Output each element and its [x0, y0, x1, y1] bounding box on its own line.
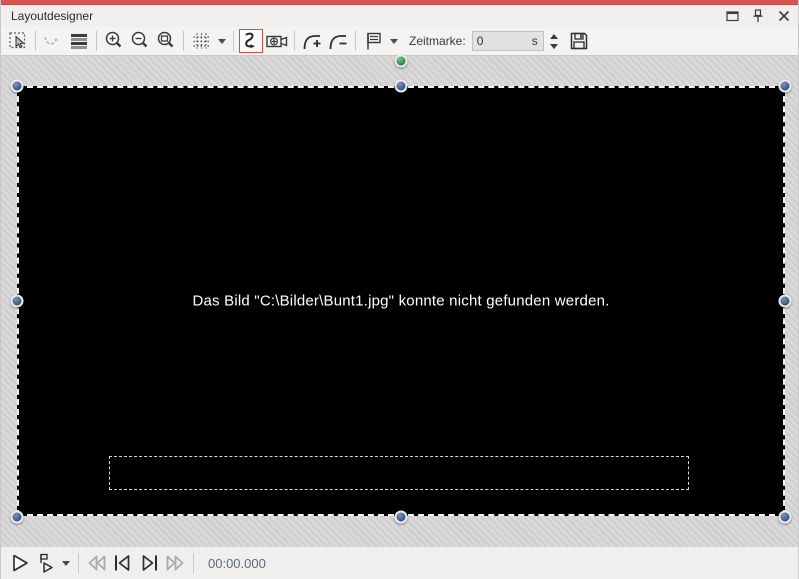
resize-handle-top-center[interactable] — [395, 80, 408, 93]
toolbar-separator — [294, 31, 295, 51]
curve-tool-icon — [42, 30, 64, 52]
resize-handle-top-right[interactable] — [779, 80, 792, 93]
workspace: Das Bild "C:\Bilder\Bunt1.jpg" konnte ni… — [1, 56, 799, 547]
camera-icon — [265, 30, 289, 52]
playbar-separator — [78, 553, 79, 573]
grid-icon — [190, 30, 212, 52]
resize-handle-bottom-right[interactable] — [779, 511, 792, 524]
play-button[interactable] — [7, 550, 33, 576]
missing-image-error: Das Bild "C:\Bilder\Bunt1.jpg" konnte ni… — [19, 293, 783, 310]
close-icon — [778, 10, 790, 22]
select-tool-button[interactable] — [6, 29, 30, 53]
zeitmarke-field: s — [472, 31, 544, 51]
zoom-out-button[interactable] — [128, 29, 152, 53]
zoom-in-icon — [103, 30, 125, 52]
zeitmarke-label: Zeitmarke: — [409, 34, 466, 48]
play-options-dropdown-button[interactable] — [59, 550, 73, 576]
play-from-marker-button[interactable] — [33, 550, 59, 576]
skip-to-end-icon — [137, 551, 161, 575]
spinner-up-icon — [550, 34, 558, 39]
dropdown-caret-icon — [390, 39, 398, 44]
add-curve-point-button[interactable] — [300, 29, 324, 53]
grid-button[interactable] — [189, 29, 213, 53]
slide-canvas[interactable]: Das Bild "C:\Bilder\Bunt1.jpg" konnte ni… — [17, 86, 785, 516]
spinner-down-button[interactable] — [548, 41, 561, 51]
playbar-separator — [193, 553, 194, 573]
remove-curve-point-button[interactable] — [326, 29, 350, 53]
pin-icon — [752, 9, 764, 23]
maximize-button[interactable] — [722, 7, 742, 25]
toolbar-separator — [233, 31, 234, 51]
pin-button[interactable] — [748, 7, 768, 25]
layoutdesigner-window: Layoutdesigner — [0, 0, 799, 579]
zoom-fit-icon — [155, 30, 177, 52]
playback-toolbar: 00:00.000 — [1, 547, 799, 579]
dropdown-caret-icon — [62, 561, 70, 566]
maximize-icon — [726, 10, 739, 22]
save-button[interactable] — [567, 29, 591, 53]
toolbar-separator — [96, 31, 97, 51]
rotation-handle[interactable] — [395, 55, 408, 68]
zeitmarke-input[interactable] — [473, 34, 532, 48]
spinner-down-icon — [550, 44, 558, 49]
layers-button[interactable] — [67, 29, 91, 53]
toolbar-separator — [35, 31, 36, 51]
resize-handle-top-left[interactable] — [11, 80, 24, 93]
window-title: Layoutdesigner — [11, 9, 93, 23]
text-placeholder-box[interactable] — [109, 456, 689, 490]
zeitmarke-unit: s — [532, 34, 543, 48]
main-toolbar: Zeitmarke: s — [1, 27, 799, 56]
time-marker-dropdown-button[interactable] — [387, 29, 400, 53]
camera-pan-button[interactable] — [265, 29, 289, 53]
toolbar-separator — [355, 31, 356, 51]
rewind-button[interactable] — [84, 550, 110, 576]
titlebar[interactable]: Layoutdesigner — [1, 5, 799, 27]
grid-dropdown-button[interactable] — [215, 29, 228, 53]
skip-to-start-icon — [111, 551, 135, 575]
select-tool-icon — [7, 30, 29, 52]
add-curve-point-icon — [301, 30, 323, 52]
close-button[interactable] — [774, 7, 794, 25]
save-floppy-icon — [568, 30, 590, 52]
zoom-out-icon — [129, 30, 151, 52]
motion-path-tool-button[interactable] — [239, 29, 263, 53]
layers-icon — [68, 30, 90, 52]
resize-handle-bottom-center[interactable] — [395, 511, 408, 524]
motion-path-icon — [240, 30, 262, 52]
remove-curve-point-icon — [327, 30, 349, 52]
dropdown-caret-icon — [218, 39, 226, 44]
time-marker-flag-icon — [362, 30, 384, 52]
skip-to-end-button[interactable] — [136, 550, 162, 576]
curve-tool-button[interactable] — [41, 29, 65, 53]
rewind-icon — [85, 551, 109, 575]
play-from-marker-icon — [34, 551, 58, 575]
spinner-up-button[interactable] — [548, 31, 561, 41]
zeitmarke-spinner — [548, 31, 561, 51]
skip-to-start-button[interactable] — [110, 550, 136, 576]
zoom-in-button[interactable] — [102, 29, 126, 53]
window-controls — [722, 5, 794, 27]
zoom-fit-button[interactable] — [154, 29, 178, 53]
fast-forward-icon — [163, 551, 187, 575]
fast-forward-button[interactable] — [162, 550, 188, 576]
play-icon — [8, 551, 32, 575]
resize-handle-middle-right[interactable] — [779, 295, 792, 308]
toolbar-separator — [183, 31, 184, 51]
time-marker-button[interactable] — [361, 29, 385, 53]
playback-time: 00:00.000 — [208, 556, 266, 571]
resize-handle-middle-left[interactable] — [11, 295, 24, 308]
resize-handle-bottom-left[interactable] — [11, 511, 24, 524]
